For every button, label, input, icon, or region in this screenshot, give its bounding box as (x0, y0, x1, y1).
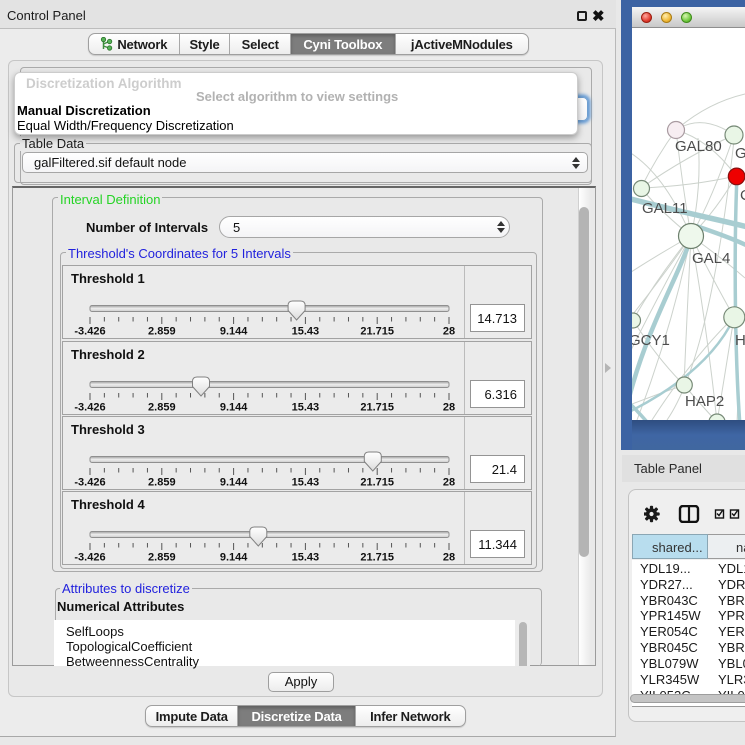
svg-text:GCY1: GCY1 (632, 332, 670, 349)
svg-text:21.715: 21.715 (360, 402, 394, 414)
svg-text:-3.426: -3.426 (74, 326, 105, 338)
svg-text:2.859: 2.859 (148, 552, 176, 564)
svg-text:2.859: 2.859 (148, 326, 176, 338)
svg-text:9.144: 9.144 (220, 552, 248, 564)
svg-text:-3.426: -3.426 (74, 402, 105, 414)
svg-text:9.144: 9.144 (220, 402, 248, 414)
svg-text:GAL80: GAL80 (675, 138, 722, 155)
svg-text:15.43: 15.43 (292, 477, 320, 489)
svg-text:28: 28 (443, 552, 455, 564)
svg-text:-3.426: -3.426 (74, 477, 105, 489)
svg-text:HAP2: HAP2 (685, 393, 724, 410)
svg-text:15.43: 15.43 (292, 402, 320, 414)
svg-text:-3.426: -3.426 (74, 552, 105, 564)
svg-text:21.715: 21.715 (360, 552, 394, 564)
svg-text:15.43: 15.43 (292, 552, 320, 564)
svg-text:G: G (735, 145, 745, 162)
svg-text:H: H (735, 332, 745, 349)
svg-text:21.715: 21.715 (360, 477, 394, 489)
svg-text:2.859: 2.859 (148, 402, 176, 414)
svg-text:9.144: 9.144 (220, 477, 248, 489)
svg-text:21.715: 21.715 (360, 326, 394, 338)
svg-text:GAL4: GAL4 (692, 250, 730, 267)
svg-text:GAL11: GAL11 (642, 200, 688, 217)
svg-text:28: 28 (443, 402, 455, 414)
svg-text:28: 28 (443, 477, 455, 489)
svg-text:28: 28 (443, 326, 455, 338)
svg-text:C: C (740, 187, 745, 204)
svg-text:2.859: 2.859 (148, 477, 176, 489)
svg-text:15.43: 15.43 (292, 326, 320, 338)
svg-text:9.144: 9.144 (220, 326, 248, 338)
